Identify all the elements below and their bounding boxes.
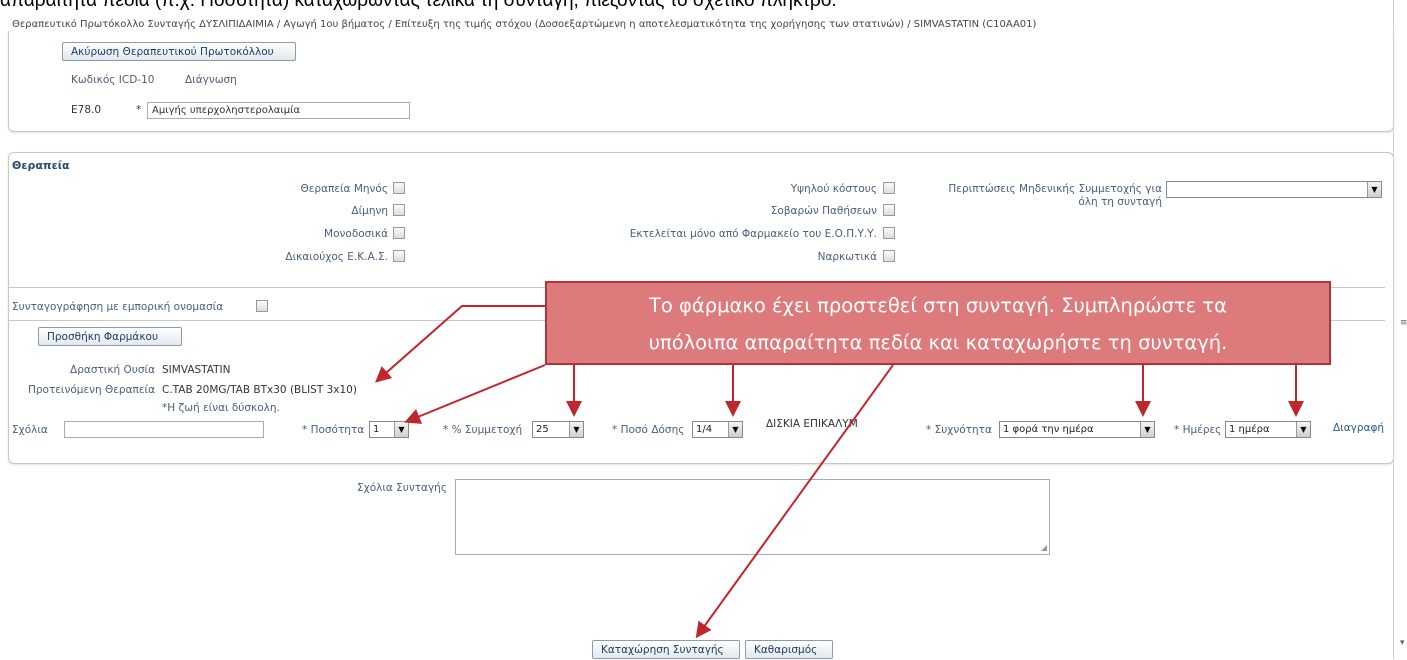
frequency-value: 1 φορά την ημέρα (1003, 424, 1094, 435)
icd-code: E78.0 (71, 104, 102, 116)
chevron-down-icon: ▼ (1140, 422, 1154, 437)
diagnosis-header: Διάγνωση (185, 74, 237, 86)
scrollbar-track[interactable] (1393, 0, 1394, 659)
form-text: ΔΙΣΚΙΑ ΕΠΙΚΑΛΥΜ (766, 418, 858, 430)
monthly-therapy-label: Θεραπεία Μηνός (300, 183, 388, 195)
days-select[interactable]: 1 ημέρα ▼ (1225, 421, 1311, 438)
dose-label: * Ποσό Δόσης (612, 424, 685, 436)
cancel-protocol-button[interactable]: Ακύρωση Θεραπευτικού Πρωτοκόλλου (62, 42, 296, 61)
active-substance-value: SIMVASTATIN (162, 364, 231, 376)
chevron-down-icon: ▼ (569, 422, 583, 437)
ekas-label: Δικαιούχος Ε.Κ.Α.Σ. (285, 251, 388, 263)
dose-select[interactable]: 1/4 ▼ (692, 421, 743, 438)
resize-grip-icon: ◢ (1040, 543, 1047, 552)
serious-illness-label: Σοβαρών Παθήσεων (770, 205, 877, 217)
zero-participation-label-2: όλη τη συνταγή (1078, 196, 1162, 208)
callout-line-2: υπόλοιπα απαραίτητα πεδία και καταχωρήστ… (648, 331, 1228, 354)
participation-label: * % Συμμετοχή (443, 424, 523, 436)
quantity-value: 1 (373, 424, 380, 435)
instruction-caption: απαραίτητα πεδία (π.χ. Ποσότητα) καταχωρ… (0, 0, 837, 11)
ekas-checkbox[interactable] (393, 250, 405, 262)
icd-header: Κωδικός ICD-10 (71, 74, 155, 86)
eopyy-pharmacy-label: Εκτελείται μόνο από Φαρμακείο του Ε.Ο.Π.… (629, 228, 877, 240)
days-value: 1 ημέρα (1229, 424, 1270, 435)
breadcrumb: Θεραπευτικό Πρωτόκολλο Συνταγής ΔΥΣΛΙΠΙΔ… (12, 19, 1037, 30)
scrollbar-grip-icon[interactable]: ≡ (1400, 318, 1407, 328)
therapy-title: Θεραπεία (12, 159, 70, 172)
diagnosis-input[interactable]: Αμιγής υπερχοληστερολαιμία (147, 102, 410, 119)
tooltip-callout: Το φάρμακο έχει προστεθεί στη συνταγή. Σ… (545, 281, 1331, 365)
trade-name-label: Συνταγογράφηση με εμπορική ονομασία (12, 301, 224, 313)
submit-prescription-button[interactable]: Καταχώρηση Συνταγής (592, 640, 740, 659)
participation-value: 25 (536, 424, 549, 435)
drug-comments-label: Σχόλια (12, 424, 48, 436)
high-cost-checkbox[interactable] (883, 182, 895, 194)
frequency-label: * Συχνότητα (926, 424, 992, 436)
prescription-comments-textarea[interactable]: ◢ (455, 479, 1050, 555)
serious-illness-checkbox[interactable] (883, 204, 895, 216)
suggested-therapy-value: C.TAB 20MG/TAB BTx30 (BLIST 3x10) (162, 384, 357, 396)
clear-button[interactable]: Καθαρισμός (745, 640, 833, 659)
single-dose-checkbox[interactable] (393, 227, 405, 239)
single-dose-label: Μονοδοσικά (324, 228, 388, 240)
quantity-label: * Ποσότητα (302, 424, 365, 436)
eopyy-pharmacy-checkbox[interactable] (883, 227, 895, 239)
chevron-down-icon: ▼ (728, 422, 742, 437)
scroll-down-icon[interactable]: ▾ (1400, 638, 1405, 648)
chevron-down-icon: ▼ (1296, 422, 1310, 437)
callout-line-1: Το φάρμακο έχει προστεθεί στη συνταγή. Σ… (649, 294, 1227, 317)
two-month-label: Δίμηνη (351, 205, 388, 217)
zero-participation-label: Περιπτώσεις Μηδενικής Συμμετοχής για (948, 183, 1162, 195)
delete-link[interactable]: Διαγραφή (1333, 422, 1384, 434)
two-month-checkbox[interactable] (393, 204, 405, 216)
days-label: * Ημέρες (1174, 424, 1222, 436)
dose-value: 1/4 (696, 424, 713, 435)
drug-comments-input[interactable] (64, 421, 264, 438)
narcotics-checkbox[interactable] (883, 250, 895, 262)
required-mark: * (136, 104, 142, 116)
chevron-down-icon: ▼ (394, 422, 408, 437)
prescription-comments-label: Σχόλια Συνταγής (357, 482, 447, 494)
active-substance-label: Δραστική Ουσία (70, 364, 155, 376)
zero-participation-select[interactable]: ▼ (1166, 181, 1382, 198)
suggested-therapy-label: Προτεινόμενη Θεραπεία (27, 384, 155, 396)
monthly-therapy-checkbox[interactable] (393, 182, 405, 194)
chevron-down-icon: ▼ (1367, 182, 1381, 197)
note-text: *Η ζωή είναι δύσκολη. (162, 402, 280, 414)
high-cost-label: Υψηλού κόστους (790, 183, 877, 195)
narcotics-label: Ναρκωτικά (817, 251, 877, 263)
quantity-select[interactable]: 1 ▼ (369, 421, 409, 438)
participation-select[interactable]: 25 ▼ (532, 421, 584, 438)
frequency-select[interactable]: 1 φορά την ημέρα ▼ (999, 421, 1155, 438)
trade-name-checkbox[interactable] (256, 300, 268, 312)
add-drug-button[interactable]: Προσθήκη Φαρμάκου (38, 327, 182, 346)
